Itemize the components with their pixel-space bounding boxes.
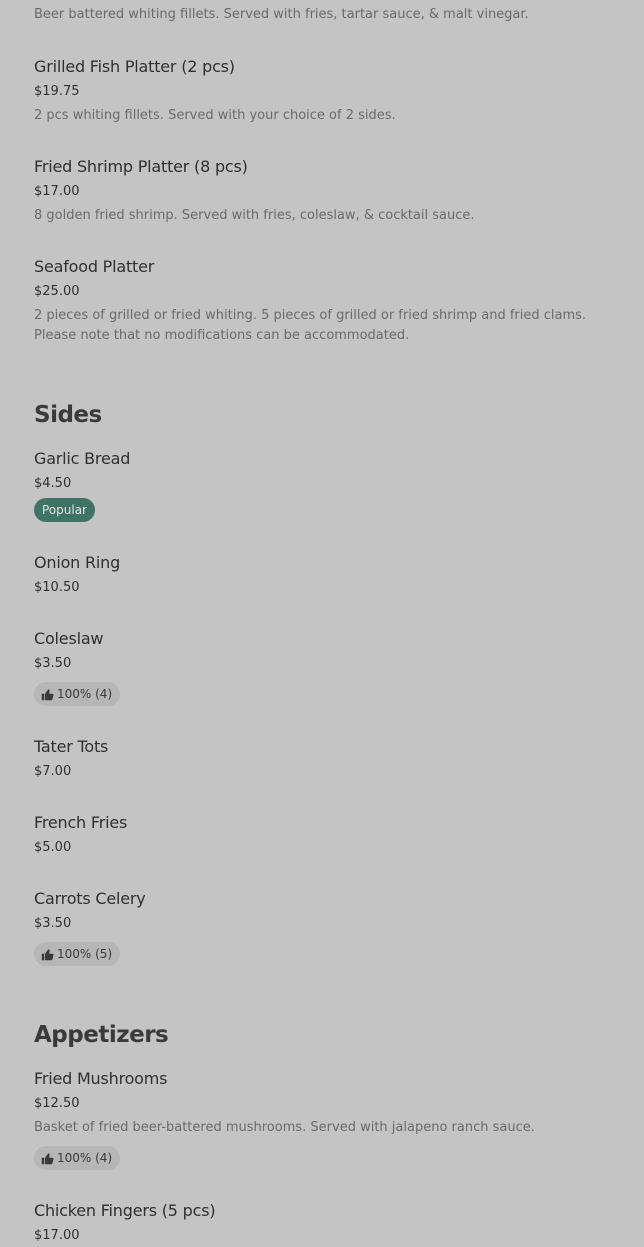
menu-item-name: Fried Mushrooms (34, 1069, 168, 1088)
menu-item-price: $4.50 (34, 476, 72, 491)
rating-text: 100% (5) (57, 947, 113, 961)
rating-text: 100% (4) (57, 687, 113, 701)
section-title-appetizers: Appetizers (34, 1022, 169, 1048)
rating-text: 100% (4) (57, 1151, 113, 1165)
menu-item-name: Grilled Fish Platter (2 pcs) (34, 57, 235, 76)
menu-item-name: Coleslaw (34, 629, 104, 648)
menu-item-name: Seafood Platter (34, 257, 155, 276)
menu-item-name: Tater Tots (34, 737, 109, 756)
menu-item-price: $25.00 (34, 284, 80, 299)
rating-badge: 100% (5) (34, 942, 121, 966)
menu-item-price: $3.50 (34, 656, 72, 671)
menu-item-price: $19.75 (34, 84, 80, 99)
menu-item-description: 8 golden fried shrimp. Served with fries… (34, 208, 475, 223)
menu-item-name: Carrots Celery (34, 889, 146, 908)
rating-badge: 100% (4) (34, 682, 121, 706)
rating-badge: 100% (4) (34, 1146, 121, 1170)
menu-item-price: $10.50 (34, 580, 80, 595)
menu-item-name: Garlic Bread (34, 449, 131, 468)
thumbs-up-icon (41, 1152, 54, 1164)
menu-item-name: Fried Shrimp Platter (8 pcs) (34, 157, 248, 176)
menu-item-name: Onion Ring (34, 553, 121, 572)
menu-item-price: $17.00 (34, 184, 80, 199)
menu-item-price: $3.50 (34, 916, 72, 931)
menu-item-price: $12.50 (34, 1096, 80, 1111)
menu-item-price: $17.00 (34, 1228, 80, 1243)
menu-item-price: $5.00 (34, 840, 72, 855)
thumbs-up-icon (41, 688, 54, 700)
menu-item-name: French Fries (34, 813, 128, 832)
menu-item-description: Beer battered whiting fillets. Served wi… (34, 7, 529, 22)
menu-item-description: Basket of fried beer-battered mushrooms.… (34, 1120, 535, 1135)
menu-item-description: 2 pcs whiting fillets. Served with your … (34, 108, 396, 123)
thumbs-up-icon (41, 948, 54, 960)
menu-item-name: Chicken Fingers (5 pcs) (34, 1201, 216, 1220)
menu-item-price: $7.00 (34, 764, 72, 779)
menu-item-description: 2 pieces of grilled or fried whiting. 5 … (34, 308, 587, 343)
popular-badge: Popular (34, 498, 95, 522)
section-title-sides: Sides (34, 402, 102, 428)
